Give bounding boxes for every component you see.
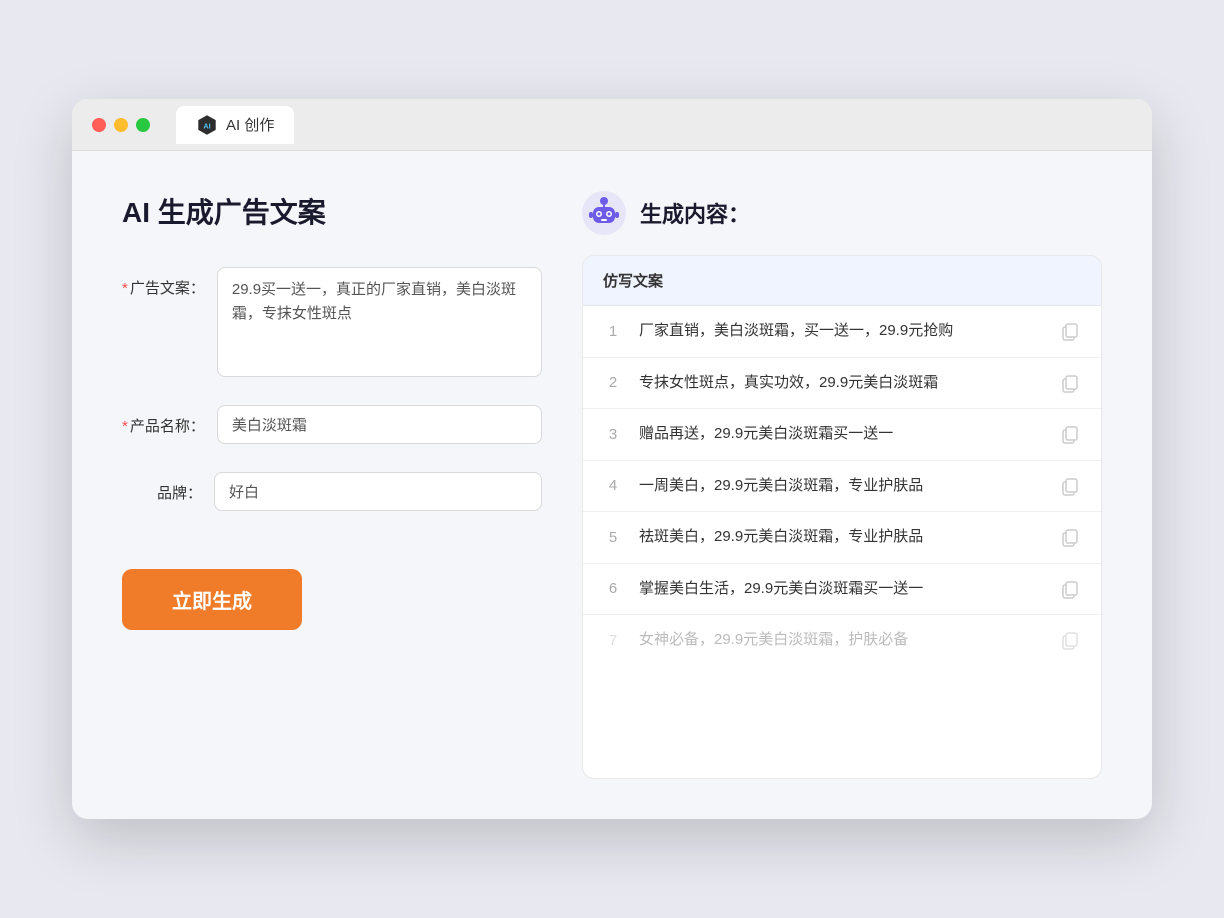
row-text: 掌握美白生活，29.9元美白淡斑霜买一送一 (639, 578, 1043, 601)
brand-input[interactable] (214, 472, 542, 511)
minimize-button[interactable] (114, 118, 128, 132)
table-row: 3 赠品再送，29.9元美白淡斑霜买一送一 (583, 409, 1101, 461)
ai-tab[interactable]: AI AI 创作 (176, 106, 294, 144)
ad-copy-group: *广告文案： 29.9买一送一，真正的厂家直销，美白淡斑霜，专抹女性斑点 (122, 267, 542, 377)
copy-icon[interactable] (1059, 475, 1081, 497)
traffic-lights (92, 118, 150, 132)
table-row: 1 厂家直销，美白淡斑霜，买一送一，29.9元抢购 (583, 306, 1101, 358)
row-number: 1 (603, 323, 623, 340)
row-number: 3 (603, 426, 623, 443)
result-header: 生成内容： (582, 191, 1102, 235)
required-star-2: * (122, 418, 128, 435)
copy-icon[interactable] (1059, 372, 1081, 394)
title-bar: AI AI 创作 (72, 99, 1152, 151)
result-table: 仿写文案 1 厂家直销，美白淡斑霜，买一送一，29.9元抢购 2 专抹女性斑点，… (582, 255, 1102, 779)
row-text: 一周美白，29.9元美白淡斑霜，专业护肤品 (639, 475, 1043, 498)
table-row: 5 祛斑美白，29.9元美白淡斑霜，专业护肤品 (583, 512, 1101, 564)
required-star-1: * (122, 280, 128, 297)
ad-copy-label: *广告文案： (122, 267, 205, 298)
copy-icon[interactable] (1059, 578, 1081, 600)
product-name-input[interactable] (217, 405, 542, 444)
table-row: 7 女神必备，29.9元美白淡斑霜，护肤必备 (583, 615, 1101, 666)
generate-button[interactable]: 立即生成 (122, 569, 302, 630)
row-number: 7 (603, 632, 623, 649)
row-number: 2 (603, 374, 623, 391)
svg-text:AI: AI (203, 121, 210, 130)
row-number: 5 (603, 529, 623, 546)
close-button[interactable] (92, 118, 106, 132)
copy-icon[interactable] (1059, 320, 1081, 342)
robot-icon (582, 191, 626, 235)
product-name-group: *产品名称： (122, 405, 542, 444)
row-number: 4 (603, 477, 623, 494)
row-text: 祛斑美白，29.9元美白淡斑霜，专业护肤品 (639, 526, 1043, 549)
table-row: 2 专抹女性斑点，真实功效，29.9元美白淡斑霜 (583, 358, 1101, 410)
ad-copy-input[interactable]: 29.9买一送一，真正的厂家直销，美白淡斑霜，专抹女性斑点 (217, 267, 542, 377)
row-text: 专抹女性斑点，真实功效，29.9元美白淡斑霜 (639, 372, 1043, 395)
row-text: 赠品再送，29.9元美白淡斑霜买一送一 (639, 423, 1043, 446)
row-text: 厂家直销，美白淡斑霜，买一送一，29.9元抢购 (639, 320, 1043, 343)
table-row: 4 一周美白，29.9元美白淡斑霜，专业护肤品 (583, 461, 1101, 513)
row-text: 女神必备，29.9元美白淡斑霜，护肤必备 (639, 629, 1043, 652)
content-area: AI 生成广告文案 *广告文案： 29.9买一送一，真正的厂家直销，美白淡斑霜，… (72, 151, 1152, 819)
brand-group: 品牌： (122, 472, 542, 511)
row-number: 6 (603, 580, 623, 597)
table-header: 仿写文案 (583, 256, 1101, 306)
maximize-button[interactable] (136, 118, 150, 132)
brand-label: 品牌： (122, 472, 202, 503)
tab-label: AI 创作 (226, 114, 274, 135)
page-title: AI 生成广告文案 (122, 191, 542, 231)
product-name-label: *产品名称： (122, 405, 205, 436)
table-row: 6 掌握美白生活，29.9元美白淡斑霜买一送一 (583, 564, 1101, 616)
browser-window: AI AI 创作 AI 生成广告文案 *广告文案： 29.9买一送一，真正的厂家… (72, 99, 1152, 819)
left-panel: AI 生成广告文案 *广告文案： 29.9买一送一，真正的厂家直销，美白淡斑霜，… (122, 191, 542, 779)
right-panel: 生成内容： 仿写文案 1 厂家直销，美白淡斑霜，买一送一，29.9元抢购 2 专… (582, 191, 1102, 779)
copy-icon[interactable] (1059, 423, 1081, 445)
copy-icon[interactable] (1059, 629, 1081, 651)
copy-icon[interactable] (1059, 526, 1081, 548)
result-title: 生成内容： (640, 197, 750, 229)
ai-tab-icon: AI (196, 114, 218, 136)
